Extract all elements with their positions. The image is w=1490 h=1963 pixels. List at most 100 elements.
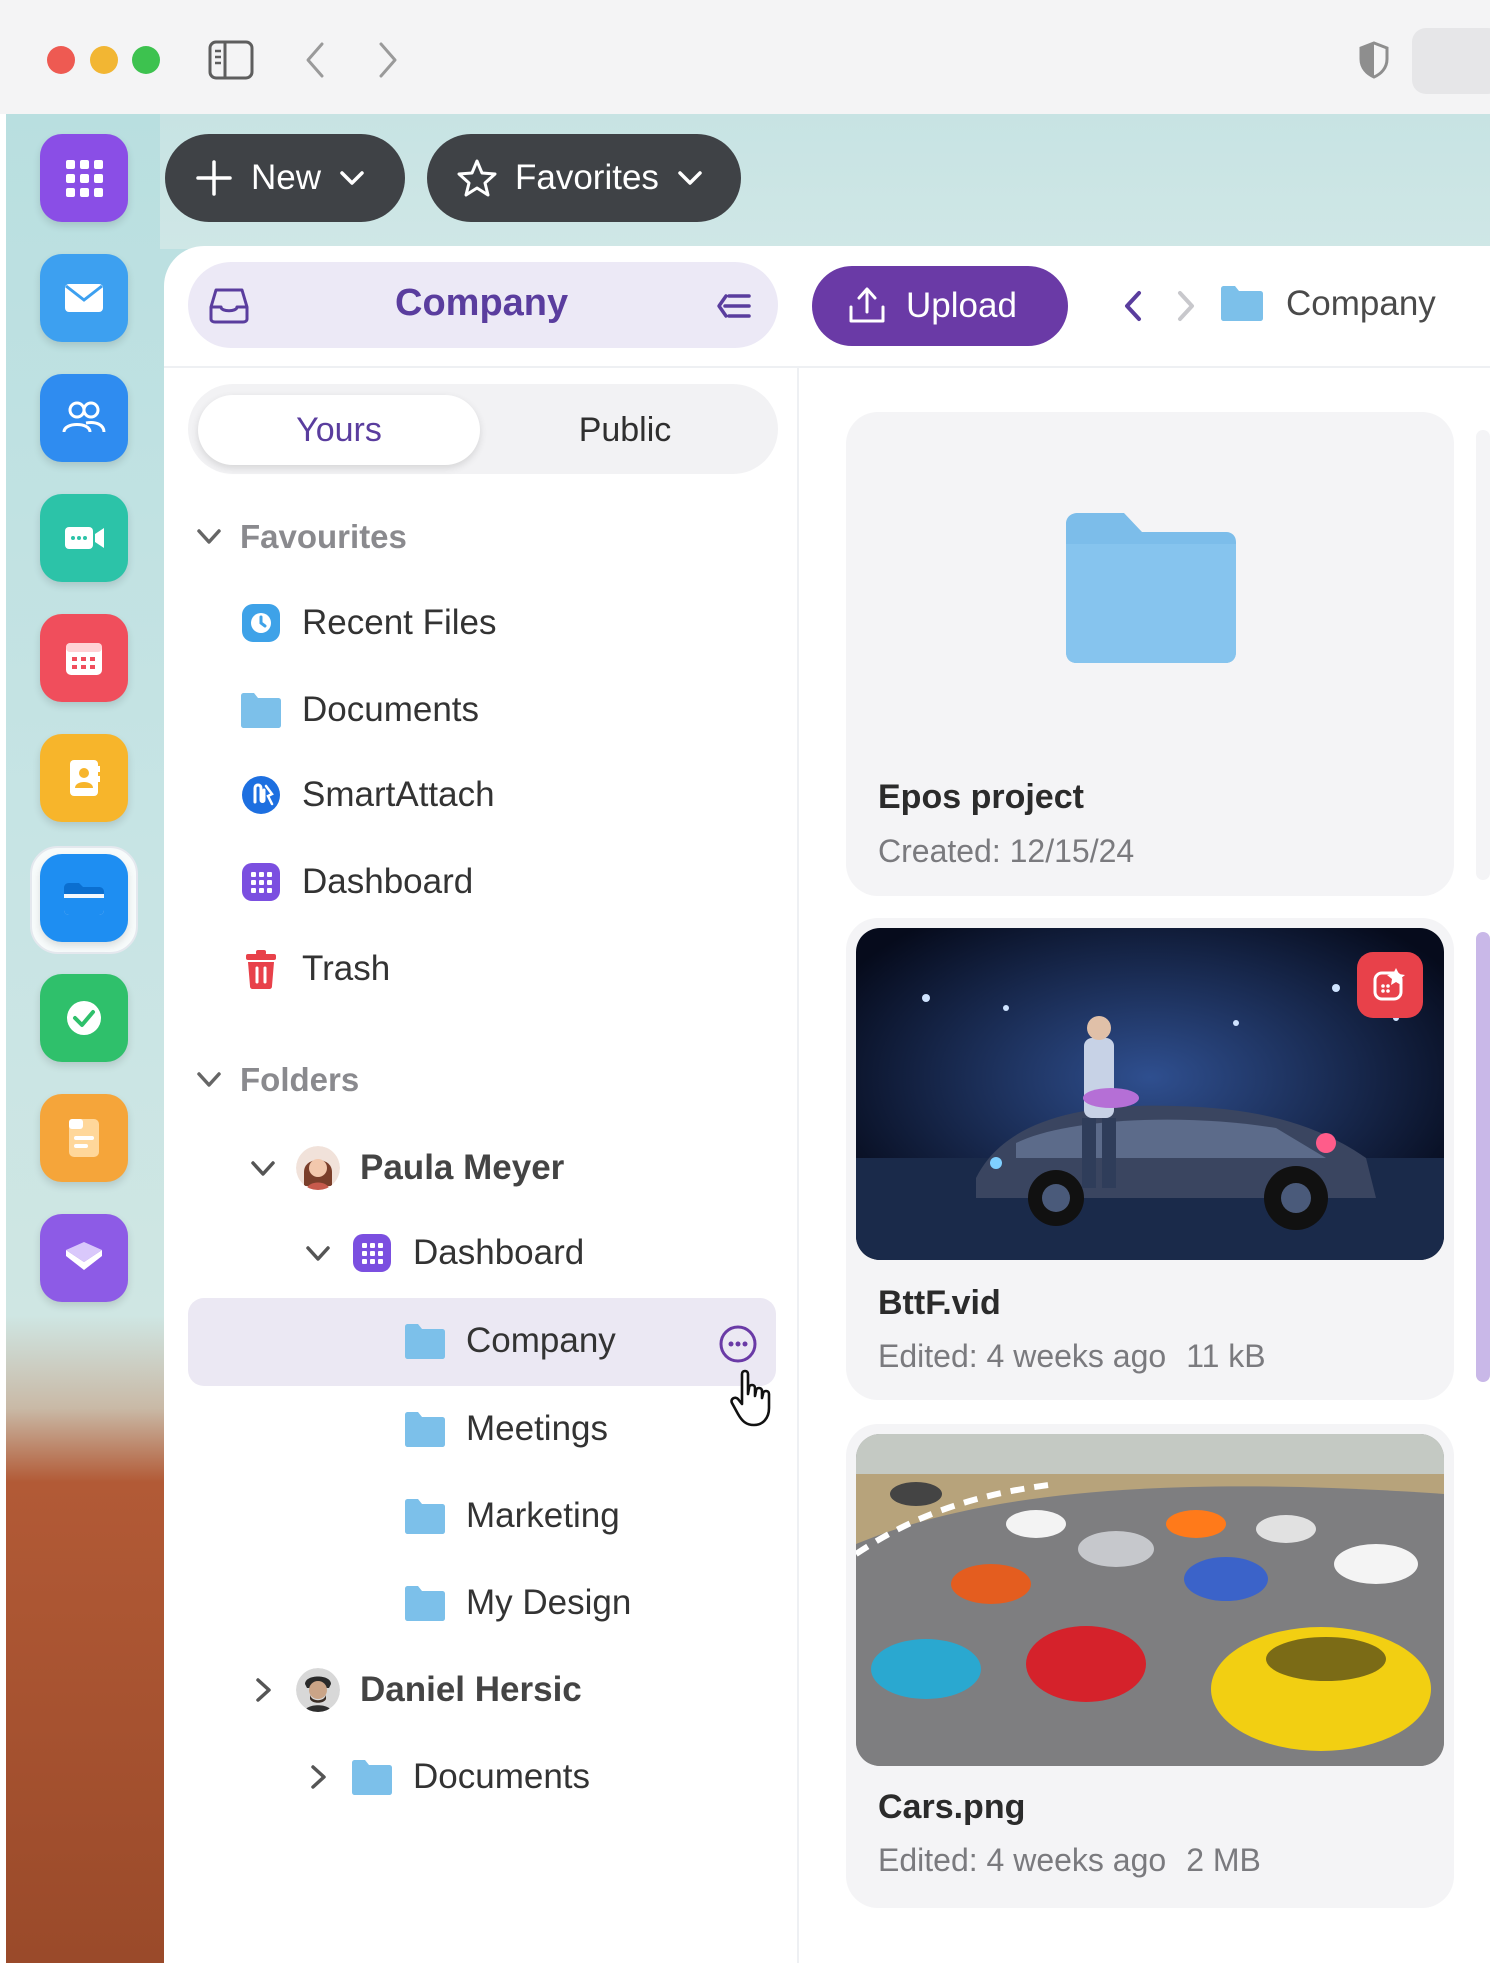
file-title: BttF.vid — [878, 1284, 1001, 1322]
folder-icon — [404, 1408, 446, 1450]
folder-tree-documents[interactable]: Documents — [305, 1756, 590, 1798]
file-meta: Created: 12/15/24 — [878, 833, 1134, 870]
file-date: Edited: 4 weeks ago — [878, 1842, 1167, 1878]
chevron-down-icon — [678, 171, 702, 185]
sidebar-item-label: SmartAttach — [302, 775, 495, 814]
notes-app-icon[interactable] — [40, 1094, 128, 1182]
new-button[interactable]: New — [165, 134, 405, 222]
sidebar-item-trash[interactable]: Trash — [240, 948, 390, 990]
upload-button-label: Upload — [906, 286, 1017, 325]
folder-tree-label: Company — [466, 1321, 616, 1360]
clock-icon — [240, 602, 282, 644]
collapse-sidebar-icon[interactable] — [716, 290, 752, 322]
folder-icon — [1066, 513, 1236, 663]
breadcrumb-forward-icon[interactable] — [1175, 288, 1197, 324]
sidebar-item-documents[interactable]: Documents — [240, 689, 479, 731]
favourites-heading: Favourites — [240, 518, 407, 555]
close-window-button[interactable] — [47, 46, 75, 74]
feedback-app-icon[interactable] — [40, 1214, 128, 1302]
sidebar-item-label: Trash — [302, 949, 391, 988]
files-app-icon[interactable] — [40, 854, 128, 942]
favorites-button[interactable]: Favorites — [427, 134, 741, 222]
chevron-down-icon — [251, 1161, 275, 1176]
header-divider — [164, 366, 1490, 368]
folder-tree-daniel-hersic[interactable]: Daniel Hersic — [250, 1668, 582, 1712]
dashboard-icon — [240, 861, 282, 903]
file-title: Epos project — [878, 778, 1084, 816]
smartattach-icon — [240, 774, 282, 816]
star-icon — [457, 159, 497, 197]
tab-public[interactable]: Public — [480, 395, 770, 465]
chevron-right-icon — [311, 1765, 326, 1789]
favourites-section-toggle[interactable]: Favourites — [196, 518, 407, 556]
folder-tree-meetings[interactable]: Meetings — [404, 1408, 608, 1450]
sidebar-item-label: Documents — [302, 690, 480, 729]
folder-tree-label: My Design — [466, 1583, 632, 1622]
sidebar-divider — [797, 366, 799, 1963]
mail-app-icon[interactable] — [40, 254, 128, 342]
shared-video-badge-icon — [1357, 952, 1423, 1018]
folder-tree-label: Marketing — [466, 1496, 620, 1535]
sidebar-item-recent-files[interactable]: Recent Files — [240, 602, 497, 644]
folder-tree-dashboard[interactable]: Dashboard — [305, 1232, 584, 1274]
folder-tree-label: Paula Meyer — [360, 1148, 565, 1187]
dashboard-icon — [351, 1232, 393, 1274]
breadcrumb-current[interactable]: Company — [1286, 284, 1436, 324]
avatar — [296, 1146, 340, 1190]
chevron-down-icon — [197, 1072, 221, 1087]
apps-grid-icon[interactable] — [40, 134, 128, 222]
folder-tree-company[interactable]: Company — [404, 1320, 616, 1362]
folder-tree-label: Documents — [413, 1757, 591, 1796]
sidebar-item-smartattach[interactable]: SmartAttach — [240, 774, 495, 816]
inbox-icon[interactable] — [208, 287, 250, 325]
file-title: Cars.png — [878, 1788, 1026, 1826]
chevron-right-icon — [256, 1678, 271, 1702]
folder-icon — [240, 689, 282, 731]
browser-back-icon[interactable] — [300, 38, 330, 82]
sidebar-toggle-icon[interactable] — [208, 40, 254, 80]
chevron-down-icon — [197, 529, 221, 544]
folder-tree-paula-meyer[interactable]: Paula Meyer — [250, 1146, 564, 1190]
next-column-card[interactable] — [1476, 430, 1490, 880]
upload-icon — [849, 287, 885, 323]
tasks-app-icon[interactable] — [40, 974, 128, 1062]
file-size: 11 kB — [1186, 1338, 1266, 1374]
folder-tree-marketing[interactable]: Marketing — [404, 1495, 620, 1537]
address-book-app-icon[interactable] — [40, 734, 128, 822]
file-date: Edited: 4 weeks ago — [878, 1338, 1167, 1374]
breadcrumb-back-icon[interactable] — [1122, 288, 1144, 324]
address-bar[interactable] — [1412, 28, 1490, 94]
minimize-window-button[interactable] — [90, 46, 118, 74]
video-thumbnail — [856, 928, 1444, 1260]
favorites-button-label: Favorites — [515, 158, 659, 197]
folder-icon — [404, 1320, 446, 1362]
folder-tree-label: Dashboard — [413, 1233, 585, 1272]
sidebar-item-label: Dashboard — [302, 862, 474, 901]
privacy-shield-icon[interactable] — [1358, 40, 1390, 80]
folder-tree-label: Meetings — [466, 1409, 609, 1448]
upload-button[interactable]: Upload — [812, 266, 1068, 346]
folders-section-toggle[interactable]: Folders — [196, 1061, 359, 1099]
video-meeting-app-icon[interactable] — [40, 494, 128, 582]
hand-cursor-icon — [730, 1369, 771, 1427]
folder-icon — [1221, 286, 1263, 321]
tab-yours[interactable]: Yours — [198, 395, 480, 465]
contacts-app-icon[interactable] — [40, 374, 128, 462]
next-column-card[interactable] — [1476, 932, 1490, 1382]
avatar — [296, 1668, 340, 1712]
file-size: 2 MB — [1186, 1842, 1261, 1878]
chevron-down-icon — [306, 1246, 330, 1261]
zoom-window-button[interactable] — [132, 46, 160, 74]
folder-icon — [351, 1756, 393, 1798]
calendar-app-icon[interactable] — [40, 614, 128, 702]
workspace-title: Company — [395, 282, 569, 324]
file-meta: Edited: 4 weeks ago 11 kB — [878, 1338, 1266, 1375]
file-meta: Edited: 4 weeks ago 2 MB — [878, 1842, 1261, 1879]
file-date: Created: 12/15/24 — [878, 833, 1135, 869]
more-options-icon[interactable] — [718, 1324, 758, 1364]
sidebar-item-dashboard[interactable]: Dashboard — [240, 861, 473, 903]
browser-forward-icon[interactable] — [373, 38, 403, 82]
trash-icon — [240, 948, 282, 990]
image-thumbnail — [856, 1434, 1444, 1766]
folder-tree-my-design[interactable]: My Design — [404, 1582, 631, 1624]
